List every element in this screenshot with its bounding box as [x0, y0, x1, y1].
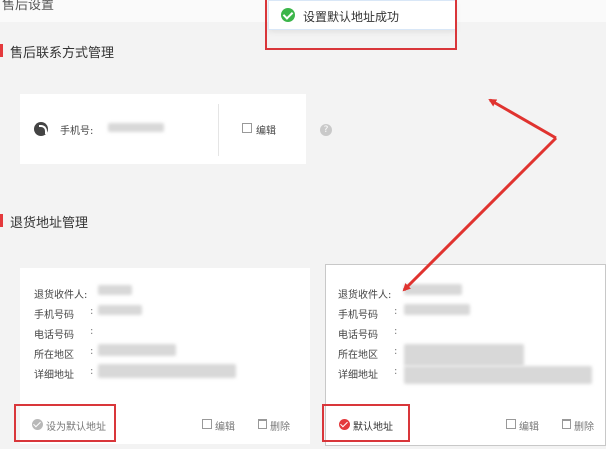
arrow-to-toast	[488, 98, 557, 140]
annotation-arrows	[402, 98, 558, 292]
arrow-to-receiver	[402, 136, 558, 292]
